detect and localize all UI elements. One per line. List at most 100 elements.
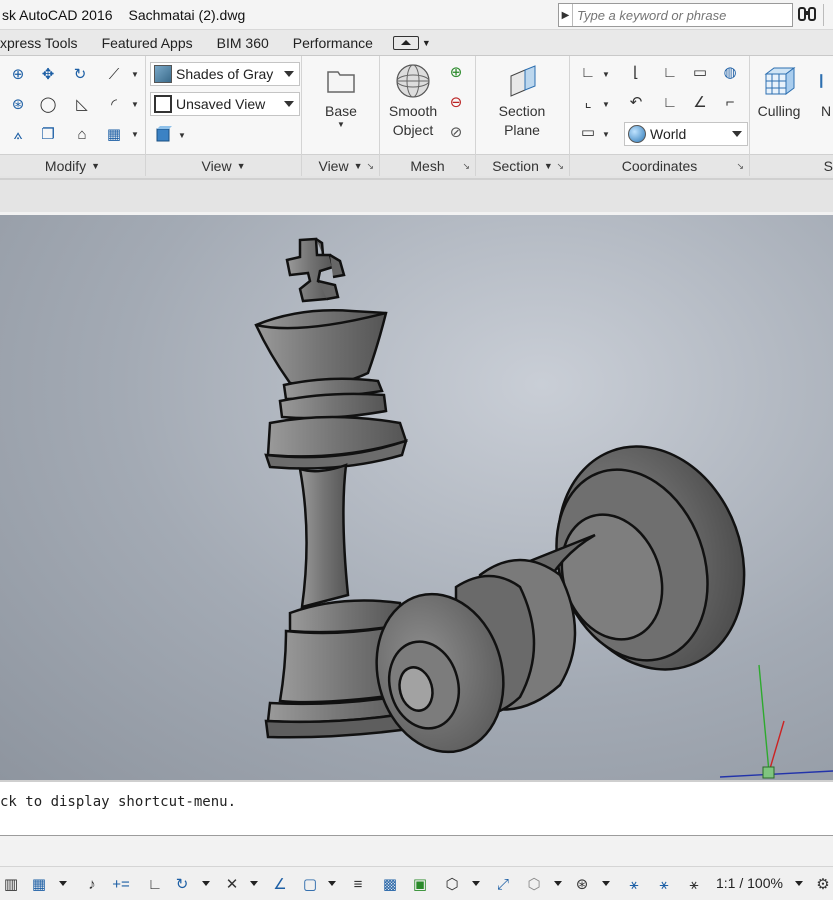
gear-icon[interactable]: ⚙ — [814, 874, 832, 894]
isometric-drafting-icon[interactable]: ✕ — [222, 874, 242, 894]
view-cube-dropdown-caret-icon[interactable]: ▼ — [178, 131, 186, 140]
selection-filter-icon[interactable]: ⬡ — [524, 874, 544, 894]
snap-grid-icon[interactable]: ▦ — [28, 874, 50, 894]
ucs-origin-icon[interactable]: ∟ — [660, 62, 680, 82]
section-plane-button[interactable]: Section Plane — [492, 62, 552, 140]
scale-dropdown-caret-icon[interactable] — [795, 881, 803, 886]
trim-dropdown-caret-icon[interactable]: ▼ — [131, 70, 139, 79]
command-input-area[interactable] — [0, 836, 833, 866]
scale-icon[interactable]: ◺ — [72, 94, 92, 114]
move-icon[interactable]: ✥ — [38, 64, 58, 84]
panel-modify-footer[interactable]: Modify ▼ — [0, 154, 145, 176]
binoculars-icon[interactable] — [797, 4, 819, 26]
object-snap-icon[interactable]: ▢ — [300, 874, 320, 894]
panel-view-styles-footer[interactable]: View ▼ — [146, 154, 301, 176]
polar-dropdown-caret-icon[interactable] — [202, 881, 210, 886]
panel-mesh-footer[interactable]: Mesh ↘ — [380, 154, 475, 176]
visual-style-dropdown[interactable]: Shades of Gray — [150, 62, 300, 86]
dialog-launcher-icon[interactable]: ↘ — [462, 161, 470, 172]
dynamic-ucs-icon[interactable]: ⤢ — [492, 874, 514, 894]
annotation-visibility-icon[interactable]: ⚹ — [624, 874, 644, 894]
tab-express-tools[interactable]: xpress Tools — [0, 35, 90, 51]
ucs-view-icon[interactable]: ▭ — [690, 62, 710, 82]
ucs-z-icon[interactable]: ∠ — [690, 92, 710, 112]
gizmo-dropdown-caret-icon[interactable] — [602, 881, 610, 886]
app-title: sk AutoCAD 2016 — [2, 6, 113, 23]
search-box[interactable]: ▶ — [558, 3, 793, 27]
dialog-launcher-icon[interactable]: ↘ — [556, 161, 564, 172]
ucs-previous-icon[interactable]: ↶ — [626, 92, 646, 112]
search-input[interactable] — [573, 7, 787, 23]
tab-performance[interactable]: Performance — [281, 35, 385, 51]
panel-view-base-footer[interactable]: View ▼ ↘ — [302, 154, 379, 176]
auto-scale-icon[interactable]: ⚹ — [654, 874, 674, 894]
dynamic-input-icon[interactable]: += — [110, 874, 132, 894]
panel-coordinates-footer[interactable]: Coordinates ↘ — [570, 154, 749, 176]
panel-coordinates: ∟ ▼ ⌊ ∟ ▭ ◍ ⌞ ▼ ↶ ∟ ∠ ⌐ ▭ ▼ World Coordi… — [570, 56, 750, 176]
snap-dropdown-caret-icon[interactable] — [59, 881, 67, 886]
infer-constraints-icon[interactable]: ♪ — [84, 874, 100, 894]
view-cube-icon[interactable] — [154, 124, 174, 144]
culling-label: Culling — [757, 103, 801, 119]
object-snap-dropdown-caret-icon[interactable] — [328, 881, 336, 886]
ucs-x-icon[interactable]: ⌞ — [578, 92, 598, 112]
copy-icon[interactable]: ❐ — [38, 124, 58, 144]
ucs-world-globe-icon[interactable]: ◍ — [720, 62, 740, 82]
stretch-icon[interactable]: ⌂ — [72, 124, 92, 144]
ribbon-minimize-caret-icon[interactable]: ▼ — [422, 38, 431, 48]
tab-featured-apps[interactable]: Featured Apps — [90, 35, 205, 51]
selection-cycling-icon[interactable]: ▣ — [410, 874, 430, 894]
object-snap-tracking-icon[interactable]: ∠ — [270, 874, 290, 894]
ucs-y-icon[interactable]: ∟ — [660, 92, 680, 112]
ucs-x-dropdown-caret-icon[interactable]: ▼ — [602, 100, 610, 109]
ucs-3point-icon[interactable]: ⌐ — [720, 92, 740, 112]
command-line-history[interactable]: ck to display shortcut-menu. — [0, 780, 833, 836]
rotate-3d-icon[interactable]: ↻ — [70, 64, 90, 84]
array-icon[interactable]: ▦ — [104, 124, 124, 144]
3d-object-snap-icon[interactable]: ⬡ — [442, 874, 462, 894]
tab-bim-360[interactable]: BIM 360 — [205, 35, 281, 51]
smooth-sphere-icon — [396, 64, 430, 98]
drawing-viewport[interactable] — [0, 212, 833, 780]
dialog-launcher-icon[interactable]: ↘ — [736, 161, 744, 172]
named-view-dropdown[interactable]: Unsaved View — [150, 92, 300, 116]
smooth-less-icon[interactable]: ⊖ — [446, 92, 466, 112]
ucs-world-dropdown[interactable]: World — [624, 122, 748, 146]
ucs-named-icon[interactable]: ⌊ — [626, 62, 646, 82]
next-tool-button-partial[interactable]: N — [816, 62, 833, 121]
next-tool-label: N — [820, 103, 832, 119]
panel-section-footer[interactable]: Section ▼ ↘ — [476, 154, 569, 176]
3d-align-icon[interactable]: ⟑ — [8, 124, 28, 144]
base-button[interactable]: Base ▼ — [320, 62, 362, 129]
transparency-icon[interactable]: ▩ — [380, 874, 400, 894]
fillet-icon[interactable]: ◜ — [104, 94, 124, 114]
search-expand-icon[interactable]: ▶ — [559, 4, 573, 26]
lineweight-icon[interactable]: ≡ — [348, 874, 368, 894]
ortho-mode-icon[interactable]: ∟ — [146, 874, 164, 894]
fillet-dropdown-caret-icon[interactable]: ▼ — [131, 100, 139, 109]
smooth-more-icon[interactable]: ⊕ — [446, 62, 466, 82]
grid-display-icon[interactable]: ▥ — [2, 874, 20, 894]
refine-mesh-icon[interactable]: ⊘ — [446, 122, 466, 142]
ucs-face-icon[interactable]: ▭ — [578, 122, 598, 142]
culling-button[interactable]: Culling — [754, 62, 804, 121]
annotation-scale-value[interactable]: 1:1 / 100% — [716, 875, 783, 891]
ucs-dropdown-caret-icon[interactable]: ▼ — [602, 70, 610, 79]
ucs-icon[interactable]: ∟ — [578, 62, 598, 82]
annotation-scale-icon[interactable]: ⚹ — [684, 874, 704, 894]
3d-osnap-dropdown-caret-icon[interactable] — [472, 881, 480, 886]
isometric-dropdown-caret-icon[interactable] — [250, 881, 258, 886]
polar-tracking-icon[interactable]: ↻ — [172, 874, 192, 894]
3d-rotate-icon[interactable]: ⊛ — [8, 94, 28, 114]
3d-move-icon[interactable]: ⊕ — [8, 64, 28, 84]
array-dropdown-caret-icon[interactable]: ▼ — [131, 130, 139, 139]
filter-dropdown-caret-icon[interactable] — [554, 881, 562, 886]
panel-selection-footer[interactable]: S — [750, 154, 833, 176]
smooth-object-button[interactable]: Smooth Object — [384, 62, 442, 140]
rotate-icon[interactable]: ◯ — [38, 94, 58, 114]
ribbon-minimize-toggle-icon[interactable] — [392, 35, 419, 50]
trim-icon[interactable]: ⟋ — [104, 64, 124, 84]
ucs-face-dropdown-caret-icon[interactable]: ▼ — [602, 130, 610, 139]
dialog-launcher-icon[interactable]: ↘ — [366, 161, 374, 172]
gizmo-icon[interactable]: ⊛ — [572, 874, 592, 894]
